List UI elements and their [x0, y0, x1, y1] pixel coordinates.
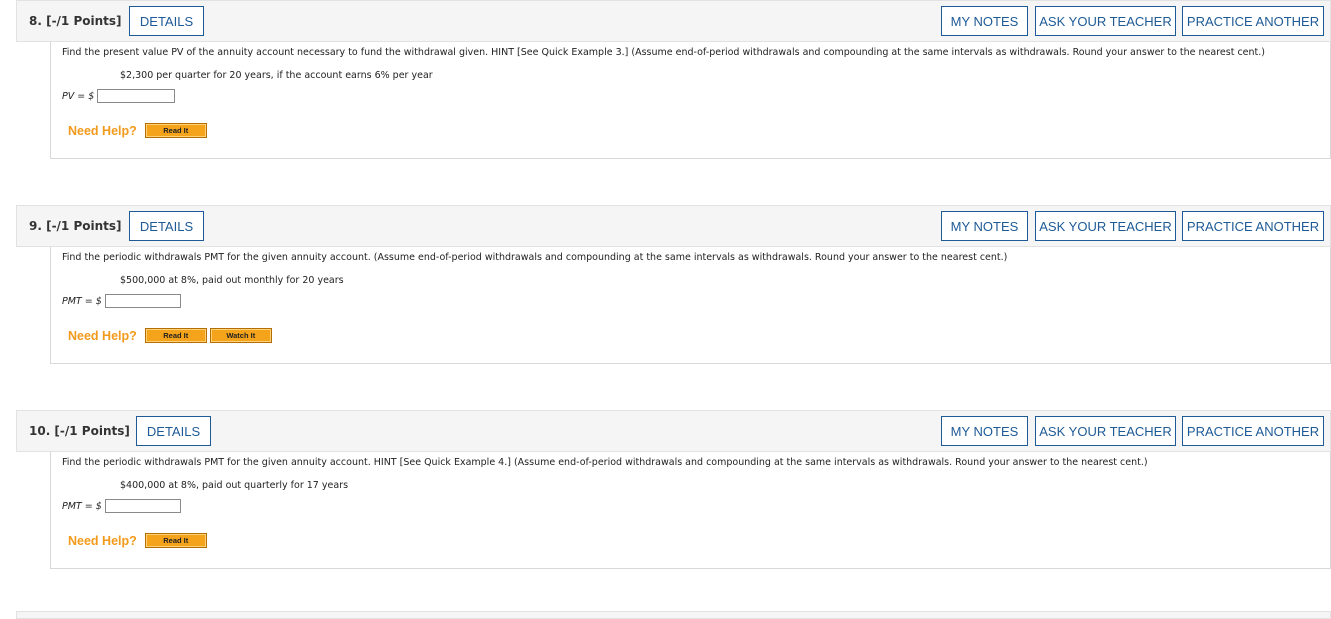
question-prompt: Find the periodic withdrawals PMT for th… — [62, 252, 1008, 263]
question-detail: $500,000 at 8%, paid out monthly for 20 … — [120, 275, 344, 286]
need-help: Need Help? Read It — [68, 533, 210, 548]
my-notes-button[interactable]: MY NOTES — [941, 6, 1028, 36]
question-detail: $400,000 at 8%, paid out quarterly for 1… — [120, 480, 349, 491]
read-it-button[interactable]: Read It — [144, 533, 207, 548]
question-body: Find the periodic withdrawals PMT for th… — [50, 247, 1331, 364]
practice-another-button[interactable]: PRACTICE ANOTHER — [1182, 416, 1324, 446]
answer-label: PMT = $ — [62, 295, 102, 307]
ask-your-teacher-button[interactable]: ASK YOUR TEACHER — [1035, 416, 1176, 446]
pmt-answer-input[interactable] — [104, 294, 181, 308]
answer-row: PMT = $ — [62, 294, 181, 308]
question-prompt: Find the present value PV of the annuity… — [62, 47, 1265, 58]
watch-it-button[interactable]: Watch It — [209, 328, 272, 343]
details-button[interactable]: DETAILS — [129, 211, 204, 241]
question-header: 10. [-/1 Points] DETAILS MY NOTES ASK YO… — [16, 410, 1331, 452]
ask-your-teacher-button[interactable]: ASK YOUR TEACHER — [1035, 211, 1176, 241]
need-help: Need Help? Read It Watch It — [68, 328, 275, 343]
answer-label: PV = $ — [62, 90, 95, 102]
question-prompt: Find the periodic withdrawals PMT for th… — [62, 457, 1148, 468]
pv-answer-input[interactable] — [97, 89, 176, 103]
need-help-label: Need Help? — [68, 533, 137, 548]
details-button[interactable]: DETAILS — [136, 416, 211, 446]
practice-another-button[interactable]: PRACTICE ANOTHER — [1182, 211, 1324, 241]
read-it-button[interactable]: Read It — [144, 328, 207, 343]
my-notes-button[interactable]: MY NOTES — [941, 211, 1028, 241]
need-help: Need Help? Read It — [68, 123, 210, 138]
practice-another-button[interactable]: PRACTICE ANOTHER — [1182, 6, 1324, 36]
question-body: Find the present value PV of the annuity… — [50, 42, 1331, 159]
question-detail: $2,300 per quarter for 20 years, if the … — [120, 70, 433, 81]
answer-row: PMT = $ — [62, 499, 181, 513]
question-body: Find the periodic withdrawals PMT for th… — [50, 452, 1331, 569]
question-number: 8. [-/1 Points] — [29, 14, 122, 28]
my-notes-button[interactable]: MY NOTES — [941, 416, 1028, 446]
need-help-label: Need Help? — [68, 123, 137, 138]
answer-row: PV = $ — [62, 89, 176, 103]
read-it-button[interactable]: Read It — [144, 123, 207, 138]
pmt-answer-input[interactable] — [104, 499, 181, 513]
question-header: 9. [-/1 Points] DETAILS MY NOTES ASK YOU… — [16, 205, 1331, 247]
question-number: 9. [-/1 Points] — [29, 219, 122, 233]
ask-your-teacher-button[interactable]: ASK YOUR TEACHER — [1035, 6, 1176, 36]
answer-label: PMT = $ — [62, 500, 102, 512]
details-button[interactable]: DETAILS — [129, 6, 204, 36]
next-question-header — [16, 611, 1331, 619]
question-header: 8. [-/1 Points] DETAILS MY NOTES ASK YOU… — [16, 0, 1331, 42]
question-number: 10. [-/1 Points] — [29, 424, 130, 438]
need-help-label: Need Help? — [68, 328, 137, 343]
